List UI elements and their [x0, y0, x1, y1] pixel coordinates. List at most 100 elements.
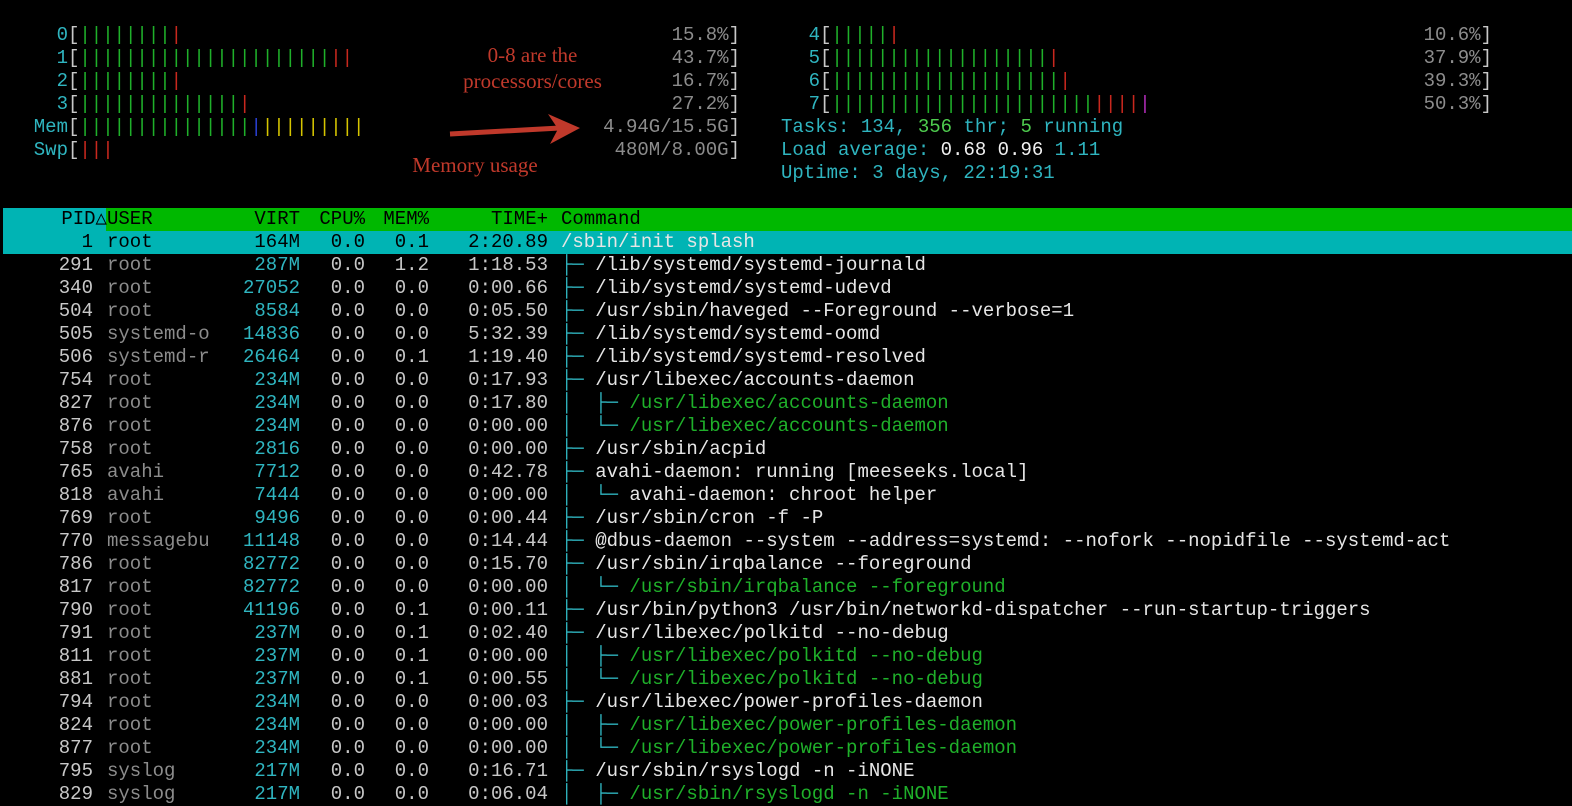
table-row[interactable]: 1 root 164M 0.0 0.1 2:20.89/sbin/init splash — [3, 231, 1572, 254]
table-row[interactable]: 794 root 234M 0.0 0.0 0:00.03 ├─ /usr/libexec/… — [3, 691, 1572, 714]
table-row[interactable]: 818 avahi 7444 0.0 0.0 0:00.00 │ └─ avahi-daem… — [3, 484, 1572, 507]
meter-value-text: 43.7% — [671, 47, 729, 69]
table-row[interactable]: 811 root 237M 0.0 0.1 0:00.00 │ ├─ /usr/libexe… — [3, 645, 1572, 668]
cell-command: ├─ /usr/sbin/haveged --Foreground --verb… — [561, 300, 1074, 323]
cell-time: 0:42.78 — [468, 461, 548, 483]
meter-bracket-open: [ — [820, 70, 832, 92]
meter-bar-segment: || — [330, 47, 354, 69]
table-row[interactable]: 827 root 234M 0.0 0.0 0:17.80 │ ├─ /usr/libexe… — [3, 392, 1572, 415]
cell-command: │ └─ avahi-daemon: chroot helper — [561, 484, 937, 507]
command-text: /usr/sbin/haveged --Foreground --verbose… — [595, 300, 1075, 322]
tasks-summary: Tasks: 134, 356 thr; 5 running — [781, 116, 1124, 138]
tree-branch: ├─ — [561, 691, 596, 713]
meter-3: 3[||||||||||||||| 27.2%] — [28, 93, 740, 116]
meter-bar-segment: | — [1059, 70, 1071, 92]
table-row[interactable]: 790 root 41196 0.0 0.1 0:00.11 ├─ /usr/bin/pyt… — [3, 599, 1572, 622]
meter-bracket-close: ] — [728, 47, 740, 69]
cell-command: ├─ /usr/libexec/polkitd --no-debug — [561, 622, 949, 645]
meter-bracket-open: [ — [68, 47, 80, 69]
meter-0: 0[||||||||| 15.8%] — [28, 24, 740, 47]
table-row[interactable]: 876 root 234M 0.0 0.0 0:00.00 │ └─ /usr/libexe… — [3, 415, 1572, 438]
table-row[interactable]: 765 avahi 7712 0.0 0.0 0:42.78 ├─ avahi-daemon… — [3, 461, 1572, 484]
meter-bracket-close: ] — [728, 70, 740, 92]
cell-time: 0:05.50 — [468, 300, 548, 322]
cell-time: 0:15.70 — [468, 553, 548, 575]
meter-swp: Swp[||| 480M/8.00G] — [28, 139, 740, 162]
meter-5: 5[|||||||||||||||||||| 37.9%] — [780, 47, 1492, 70]
meter-value-text: 4.94G/15.5G — [603, 116, 729, 138]
table-row[interactable]: 824 root 234M 0.0 0.0 0:00.00 │ ├─ /usr/libexe… — [3, 714, 1572, 737]
process-table-header[interactable]: PID△ USER VIRT CPU% MEM% TIME+ Command — [3, 208, 1572, 231]
cell-time: 0:00.00 — [468, 645, 548, 667]
table-row[interactable]: 754 root 234M 0.0 0.0 0:17.93 ├─ /usr/libexec/… — [3, 369, 1572, 392]
table-row[interactable]: 506 systemd-r 26464 0.0 0.1 1:19.40 ├─ /lib/sy… — [3, 346, 1572, 369]
tree-branch: ├─ — [561, 277, 596, 299]
cell-command: ├─ /lib/systemd/systemd-udevd — [561, 277, 892, 300]
cell-time: 1:19.40 — [468, 346, 548, 368]
table-row[interactable]: 758 root 2816 0.0 0.0 0:00.00 ├─ /usr/sbin/acp… — [3, 438, 1572, 461]
table-row[interactable]: 795 syslog 217M 0.0 0.0 0:16.71 ├─ /usr/sbin/r… — [3, 760, 1572, 783]
meter-bar-segment: |||||||| — [79, 70, 171, 92]
meter-bar-segment: |||||||| — [79, 24, 171, 46]
table-row[interactable]: 877 root 234M 0.0 0.0 0:00.00 │ └─ /usr/libexe… — [3, 737, 1572, 760]
cell-time: 0:00.00 — [468, 737, 548, 759]
meter-bracket-open: [ — [820, 47, 832, 69]
table-row[interactable]: 504 root 8584 0.0 0.0 0:05.50 ├─ /usr/sbin/hav… — [3, 300, 1572, 323]
tree-branch: │ ├─ — [561, 783, 630, 805]
meter-value: 50.3%] — [1424, 93, 1492, 116]
cell-command: │ ├─ /usr/libexec/polkitd --no-debug — [561, 645, 983, 668]
meter-value-text: 39.3% — [1423, 70, 1481, 92]
meter-bracket-open: [ — [68, 24, 80, 46]
load-average: Load average: 0.68 0.96 1.11 — [781, 139, 1101, 161]
header-command[interactable]: Command — [561, 208, 641, 231]
table-row[interactable]: 340 root 27052 0.0 0.0 0:00.66 ├─ /lib/systemd… — [3, 277, 1572, 300]
command-text: /usr/sbin/irqbalance --foreground — [629, 576, 1006, 598]
meter-bracket-open: [ — [820, 24, 832, 46]
meter-label: 7 — [808, 93, 820, 115]
cell-time: 0:00.00 — [468, 484, 548, 506]
tree-branch: ├─ — [561, 553, 596, 575]
meter-bar-segment: | — [1048, 47, 1060, 69]
meter-value-text: 16.7% — [671, 70, 729, 92]
cell-command: ├─ avahi-daemon: running [meeseeks.local… — [561, 461, 1029, 484]
cell-time: 0:00.00 — [468, 415, 548, 437]
meter-bracket-open: [ — [68, 139, 80, 161]
command-text: /usr/libexec/polkitd --no-debug — [629, 645, 983, 667]
command-text: /usr/libexec/polkitd --no-debug — [629, 668, 983, 690]
meter-value: 480M/8.00G] — [615, 139, 740, 162]
command-text: /lib/systemd/systemd-resolved — [595, 346, 926, 368]
table-row[interactable]: 770 messagebu 11148 0.0 0.0 0:14.44 ├─ @dbus-d… — [3, 530, 1572, 553]
table-row[interactable]: 786 root 82772 0.0 0.0 0:15.70 ├─ /usr/sbin/ir… — [3, 553, 1572, 576]
tree-branch: │ └─ — [561, 668, 630, 690]
cell-command: │ └─ /usr/libexec/power-profiles-daemon — [561, 737, 1017, 760]
meter-bar-segment: | — [250, 116, 262, 138]
tree-branch: ├─ — [561, 461, 596, 483]
cell-command: ├─ /usr/bin/python3 /usr/bin/networkd-di… — [561, 599, 1371, 622]
meter-bar-segment: |||||||||||||| — [79, 93, 240, 115]
command-text: /lib/systemd/systemd-oomd — [595, 323, 881, 345]
command-text: /usr/libexec/power-profiles-daemon — [629, 737, 1018, 759]
tree-branch: ├─ — [561, 346, 596, 368]
meter-bar-segment: |||||||||||||||||||| — [831, 70, 1060, 92]
command-text: /usr/sbin/rsyslogd -n -iNONE — [595, 760, 915, 782]
table-row[interactable]: 829 syslog 217M 0.0 0.0 0:06.04 │ ├─ /usr/sbin… — [3, 783, 1572, 806]
command-text: /usr/libexec/polkitd --no-debug — [595, 622, 949, 644]
table-row[interactable]: 505 systemd-o 14836 0.0 0.0 5:32.39 ├─ /lib/sy… — [3, 323, 1572, 346]
table-row[interactable]: 817 root 82772 0.0 0.0 0:00.00 │ └─ /usr/sbin/… — [3, 576, 1572, 599]
meter-label: 6 — [808, 70, 820, 92]
command-text: /usr/bin/python3 /usr/bin/networkd-dispa… — [595, 599, 1371, 621]
meter-bracket-close: ] — [1480, 93, 1492, 115]
annotation-memory: Memory usage — [412, 153, 538, 177]
header-time[interactable]: TIME+ — [3, 208, 548, 231]
cell-time: 0:00.00 — [468, 438, 548, 460]
table-row[interactable]: 881 root 237M 0.0 0.1 0:00.55 │ └─ /usr/libexe… — [3, 668, 1572, 691]
command-text: /sbin/init splash — [561, 231, 755, 253]
table-row[interactable]: 291 root 287M 0.0 1.2 1:18.53 ├─ /lib/systemd/… — [3, 254, 1572, 277]
table-row[interactable]: 769 root 9496 0.0 0.0 0:00.44 ├─ /usr/sbin/cro… — [3, 507, 1572, 530]
table-row[interactable]: 791 root 237M 0.0 0.1 0:02.40 ├─ /usr/libexec/… — [3, 622, 1572, 645]
meter-7: 7[|||||||||||||||||||||||||||| 50.3%] — [780, 93, 1492, 116]
cell-time: 0:00.00 — [468, 714, 548, 736]
meter-bar-segment: ||||||||||||||||||||||| — [831, 93, 1094, 115]
cell-command: ├─ /lib/systemd/systemd-journald — [561, 254, 926, 277]
meter-value-text: 15.8% — [671, 24, 729, 46]
